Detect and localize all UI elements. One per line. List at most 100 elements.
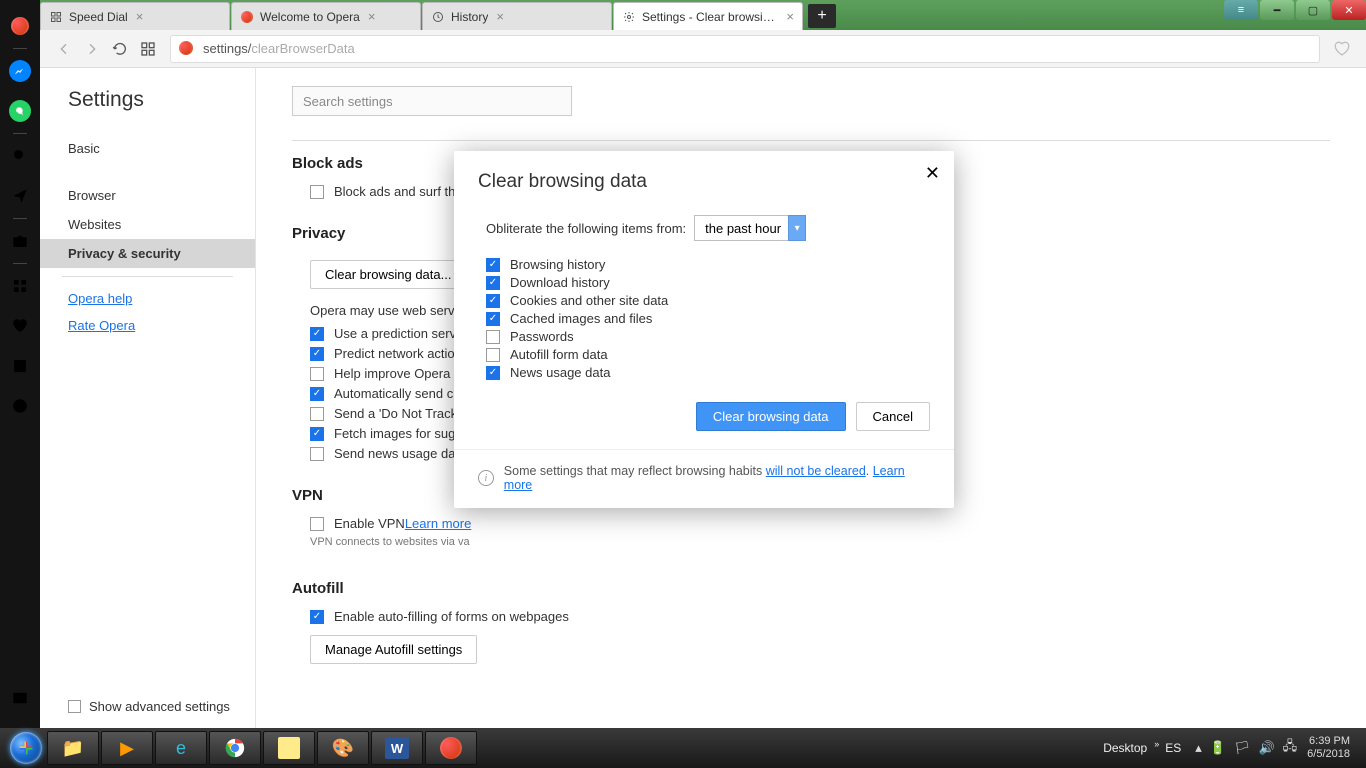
taskbar-paint[interactable]: 🎨 (317, 731, 369, 765)
speeddial-tab-icon (49, 10, 63, 24)
dialog-checkbox-2[interactable] (486, 294, 500, 308)
vpn-learn-more-link[interactable]: Learn more (405, 516, 471, 531)
nav-startpage-button[interactable] (134, 35, 162, 63)
obliterate-label: Obliterate the following items from: (486, 221, 686, 236)
taskbar-chrome[interactable] (209, 731, 261, 765)
manage-autofill-button[interactable]: Manage Autofill settings (310, 635, 477, 664)
dialog-checkbox-label: Passwords (510, 329, 574, 344)
language-indicator[interactable]: ES (1161, 739, 1185, 757)
tab-history[interactable]: History × (422, 2, 612, 30)
tab-close-icon[interactable]: × (136, 9, 144, 24)
window-close-button[interactable]: ✕ (1332, 0, 1366, 20)
history-clock-icon[interactable] (0, 386, 40, 426)
tab-close-icon[interactable]: × (368, 9, 376, 24)
show-advanced-checkbox[interactable]: Show advanced settings (68, 699, 230, 714)
system-tray: Desktop» ES ▴ 🔋 🏳 🔊 🖧 6:39 PM 6/5/2018 (1099, 735, 1360, 761)
tab-close-icon[interactable]: × (786, 9, 794, 24)
info-icon: i (478, 470, 494, 486)
opera-tab-icon (240, 10, 254, 24)
page-title: Settings (40, 88, 255, 134)
sidebar-search-icon[interactable] (0, 136, 40, 176)
dialog-checkbox-label: Download history (510, 275, 610, 290)
sidebar-link-opera-help[interactable]: Opera help (40, 285, 255, 312)
dialog-checkbox-label: Autofill form data (510, 347, 608, 362)
checkbox-help-improve[interactable] (310, 367, 324, 381)
taskbar-opera[interactable] (425, 731, 477, 765)
checkbox-enable-vpn[interactable] (310, 517, 324, 531)
clear-browsing-data-dialog: ✕ Clear browsing data Obliterate the fol… (454, 151, 954, 508)
sidebar-link-rate-opera[interactable]: Rate Opera (40, 312, 255, 339)
dialog-checkbox-3[interactable] (486, 312, 500, 326)
dialog-close-icon[interactable]: ✕ (925, 163, 940, 184)
clear-browsing-data-button[interactable]: Clear browsing data... (310, 260, 466, 289)
dialog-checkbox-0[interactable] (486, 258, 500, 272)
window-minimize-button[interactable]: ━ (1260, 0, 1294, 20)
vpn-note: VPN connects to websites via va (310, 536, 1330, 548)
section-autofill: Autofill (292, 580, 1330, 597)
app-sidebar (0, 0, 40, 728)
dialog-checkbox-6[interactable] (486, 366, 500, 380)
sidebar-toggle-icon[interactable] (0, 678, 40, 718)
tray-network-icon[interactable]: 🖧 (1283, 737, 1298, 759)
tray-clock[interactable]: 6:39 PM 6/5/2018 (1307, 735, 1350, 761)
checkbox-do-not-track[interactable] (310, 407, 324, 421)
dialog-checkbox-4[interactable] (486, 330, 500, 344)
taskbar-explorer[interactable]: 📁 (47, 731, 99, 765)
new-tab-button[interactable]: + (808, 4, 836, 28)
bookmark-heart-button[interactable] (1328, 35, 1356, 63)
start-button[interactable] (6, 728, 46, 768)
nav-forward-button[interactable] (78, 35, 106, 63)
taskbar-media-player[interactable]: ▶ (101, 731, 153, 765)
tray-volume-icon[interactable]: 🔊 (1258, 740, 1274, 756)
sidebar-item-browser[interactable]: Browser (40, 181, 255, 210)
address-input[interactable]: settings/clearBrowserData (170, 35, 1320, 63)
show-desktop-label[interactable]: Desktop» (1099, 739, 1151, 757)
toolbar: settings/clearBrowserData (40, 30, 1366, 68)
sidebar-item-privacy-security[interactable]: Privacy & security (40, 239, 255, 268)
tab-close-icon[interactable]: × (496, 9, 504, 24)
time-range-select[interactable]: the past hour (694, 215, 806, 241)
dialog-checkbox-5[interactable] (486, 348, 500, 362)
checkbox-block-ads[interactable] (310, 185, 324, 199)
footer-text: Some settings that may reflect browsing … (504, 464, 766, 478)
sidebar-item-basic[interactable]: Basic (40, 134, 255, 163)
speeddial-send-icon[interactable] (0, 176, 40, 216)
checkbox-send-news[interactable] (310, 447, 324, 461)
window-maximize-button[interactable]: ▢ (1296, 0, 1330, 20)
nav-reload-button[interactable] (106, 35, 134, 63)
tray-battery-icon[interactable]: 🔋 (1210, 740, 1226, 756)
checkbox-fetch-images[interactable] (310, 427, 324, 441)
bookmarks-heart-icon[interactable] (0, 306, 40, 346)
tab-settings[interactable]: Settings - Clear browsing d × (613, 2, 803, 30)
taskbar-sticky-notes[interactable] (263, 731, 315, 765)
messenger-icon[interactable] (0, 51, 40, 91)
news-icon[interactable] (0, 346, 40, 386)
snapshot-camera-icon[interactable] (0, 221, 40, 261)
dialog-checkbox-label: News usage data (510, 365, 610, 380)
tray-action-center-icon[interactable]: 🏳 (1234, 740, 1251, 756)
checkbox-enable-autofill[interactable] (310, 610, 324, 624)
checkbox-prediction-service[interactable] (310, 327, 324, 341)
dialog-checkbox-label: Browsing history (510, 257, 605, 272)
nav-back-button[interactable] (50, 35, 78, 63)
address-prefix: settings/ (203, 41, 251, 56)
tray-chevron-icon[interactable]: ▴ (1195, 740, 1202, 756)
search-settings-input[interactable]: Search settings (292, 86, 572, 116)
dialog-checkbox-1[interactable] (486, 276, 500, 290)
extensions-grid-icon[interactable] (0, 266, 40, 306)
taskbar-ie[interactable]: e (155, 731, 207, 765)
checkbox-auto-crash[interactable] (310, 387, 324, 401)
opera-menu-icon[interactable] (0, 6, 40, 46)
tab-speed-dial[interactable]: Speed Dial × (40, 2, 230, 30)
will-not-be-cleared-link[interactable]: will not be cleared (766, 464, 866, 478)
checkbox-predict-network[interactable] (310, 347, 324, 361)
sidebar-item-websites[interactable]: Websites (40, 210, 255, 239)
tab-welcome[interactable]: Welcome to Opera × (231, 2, 421, 30)
history-tab-icon (431, 10, 445, 24)
clear-browsing-data-confirm-button[interactable]: Clear browsing data (696, 402, 846, 431)
cancel-button[interactable]: Cancel (856, 402, 930, 431)
window-menu-button[interactable]: ≡ (1224, 0, 1258, 20)
whatsapp-icon[interactable] (0, 91, 40, 131)
taskbar-word[interactable]: W (371, 731, 423, 765)
dialog-checkbox-label: Cookies and other site data (510, 293, 668, 308)
